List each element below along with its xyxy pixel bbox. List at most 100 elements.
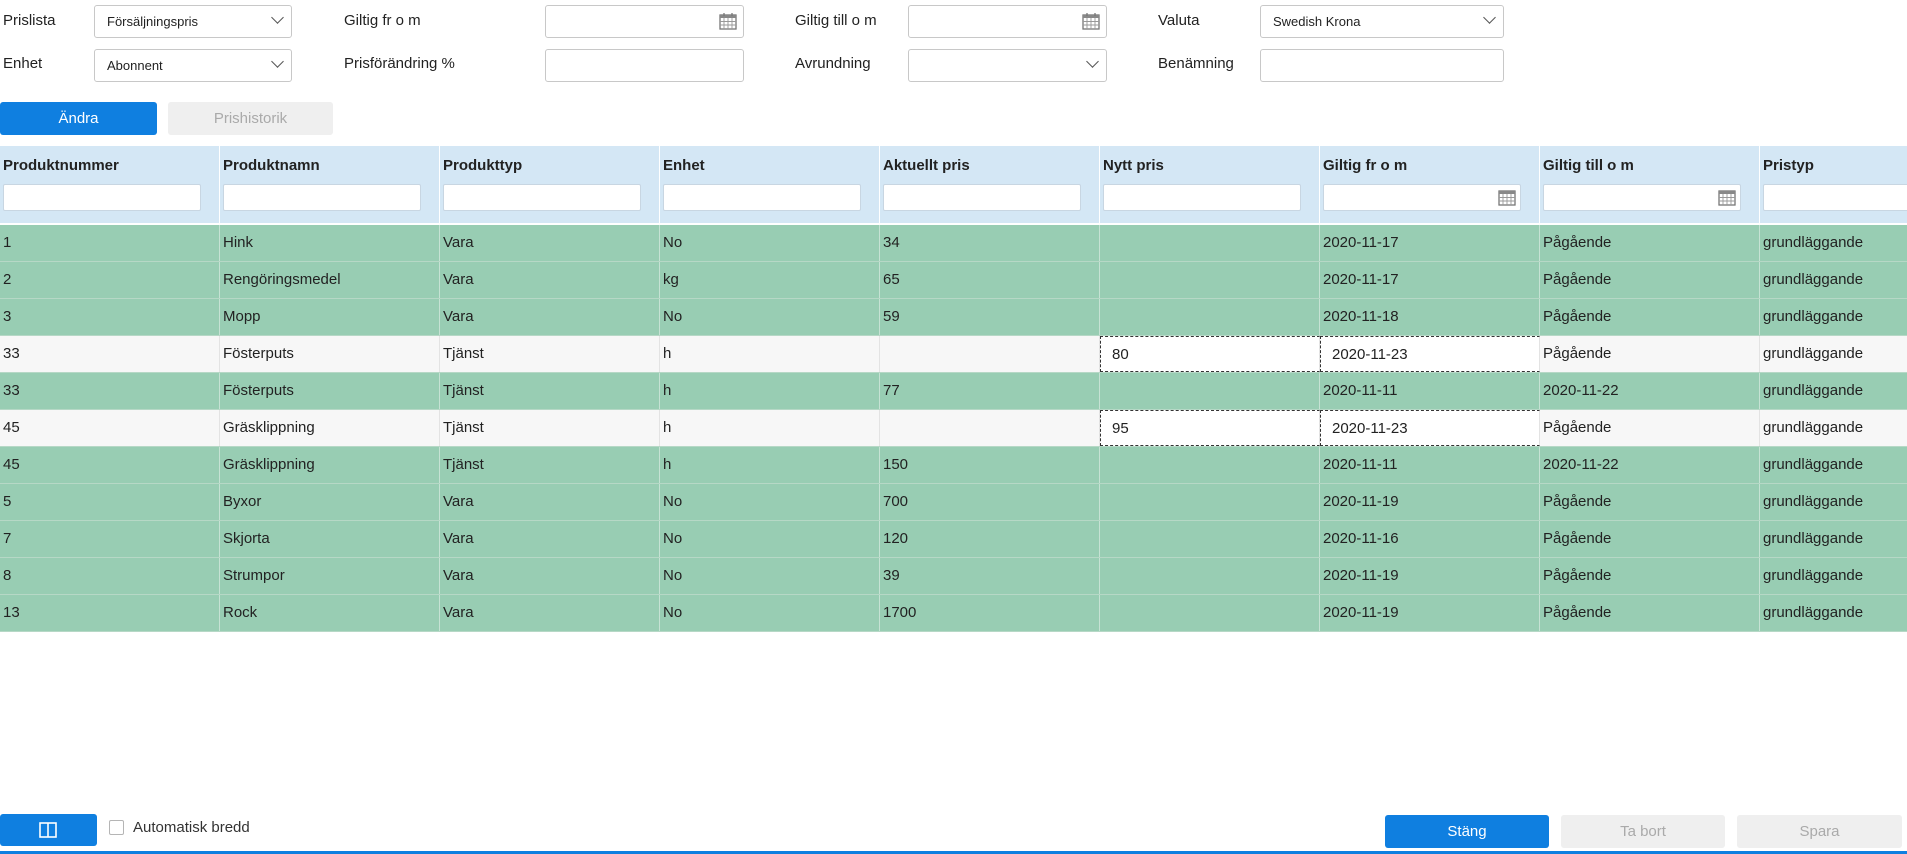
giltig-from-datepicker[interactable]: [545, 5, 744, 38]
cell-produktnamn[interactable]: Strumpor: [220, 558, 440, 594]
cell-produktnamn[interactable]: Mopp: [220, 299, 440, 335]
cell-aktuellt-pris[interactable]: [880, 336, 1100, 372]
cell-produktnamn[interactable]: Hink: [220, 225, 440, 261]
cell-produktnummer[interactable]: 2: [0, 262, 220, 298]
cell-pristyp[interactable]: grundläggande: [1760, 447, 1907, 483]
table-row[interactable]: 2 Rengöringsmedel Vara kg 65 2020-11-17 Pågåen…: [0, 262, 1907, 299]
cell-giltig-from[interactable]: 2020-11-17: [1320, 225, 1540, 261]
cell-aktuellt-pris[interactable]: 150: [880, 447, 1100, 483]
cell-enhet[interactable]: No: [660, 558, 880, 594]
cell-enhet[interactable]: No: [660, 595, 880, 631]
andra-button[interactable]: Ändra: [0, 102, 157, 135]
cell-giltig-from[interactable]: 2020-11-23: [1320, 336, 1540, 372]
cell-pristyp[interactable]: grundläggande: [1760, 484, 1907, 520]
calendar-icon[interactable]: [1082, 12, 1100, 30]
column-filter-datepicker[interactable]: [1543, 184, 1741, 211]
cell-produkttyp[interactable]: Vara: [440, 595, 660, 631]
cell-giltig-till[interactable]: Pågående: [1540, 521, 1760, 557]
column-header-produkttyp[interactable]: Produkttyp: [440, 146, 660, 223]
cell-giltig-from[interactable]: 2020-11-23: [1320, 410, 1540, 446]
cell-nytt-pris[interactable]: [1100, 262, 1320, 298]
cell-pristyp[interactable]: grundläggande: [1760, 262, 1907, 298]
table-row[interactable]: 33 Fösterputs Tjänst h 77 2020-11-11 2020-11-2…: [0, 373, 1907, 410]
prislista-select[interactable]: Försäljningspris: [94, 5, 292, 38]
column-filter-datepicker[interactable]: [1323, 184, 1521, 211]
column-header-produktnummer[interactable]: Produktnummer: [0, 146, 220, 223]
cell-nytt-pris[interactable]: 80: [1100, 336, 1320, 372]
cell-pristyp[interactable]: grundläggande: [1760, 299, 1907, 335]
cell-enhet[interactable]: No: [660, 484, 880, 520]
cell-giltig-till[interactable]: Pågående: [1540, 225, 1760, 261]
cell-nytt-pris[interactable]: [1100, 447, 1320, 483]
table-row[interactable]: 45 Gräsklippning Tjänst h 95 2020-11-23 Pågåen…: [0, 410, 1907, 447]
cell-produktnummer[interactable]: 5: [0, 484, 220, 520]
cell-enhet[interactable]: No: [660, 225, 880, 261]
column-filter-input[interactable]: [883, 184, 1081, 211]
cell-produktnummer[interactable]: 33: [0, 373, 220, 409]
avrundning-select[interactable]: [908, 49, 1107, 82]
cell-giltig-till[interactable]: Pågående: [1540, 262, 1760, 298]
ta-bort-button[interactable]: Ta bort: [1561, 815, 1725, 848]
column-filter-input[interactable]: [663, 184, 861, 211]
cell-nytt-pris[interactable]: [1100, 484, 1320, 520]
cell-produktnummer[interactable]: 3: [0, 299, 220, 335]
cell-giltig-from[interactable]: 2020-11-19: [1320, 558, 1540, 594]
cell-produkttyp[interactable]: Vara: [440, 225, 660, 261]
cell-produktnummer[interactable]: 8: [0, 558, 220, 594]
cell-pristyp[interactable]: grundläggande: [1760, 521, 1907, 557]
cell-produktnamn[interactable]: Fösterputs: [220, 336, 440, 372]
column-header-enhet[interactable]: Enhet: [660, 146, 880, 223]
cell-nytt-pris[interactable]: [1100, 521, 1320, 557]
cell-giltig-till[interactable]: 2020-11-22: [1540, 373, 1760, 409]
cell-produktnamn[interactable]: Rock: [220, 595, 440, 631]
column-header-nytt-pris[interactable]: Nytt pris: [1100, 146, 1320, 223]
cell-giltig-till[interactable]: Pågående: [1540, 336, 1760, 372]
cell-produktnamn[interactable]: Skjorta: [220, 521, 440, 557]
column-header-aktuellt-pris[interactable]: Aktuellt pris: [880, 146, 1100, 223]
cell-produkttyp[interactable]: Vara: [440, 558, 660, 594]
cell-nytt-pris[interactable]: [1100, 558, 1320, 594]
benamning-input[interactable]: [1260, 49, 1504, 82]
cell-produkttyp[interactable]: Tjänst: [440, 410, 660, 446]
cell-produktnummer[interactable]: 33: [0, 336, 220, 372]
table-row[interactable]: 3 Mopp Vara No 59 2020-11-18 Pågående grundlägg…: [0, 299, 1907, 336]
cell-enhet[interactable]: h: [660, 410, 880, 446]
cell-enhet[interactable]: No: [660, 521, 880, 557]
cell-produktnummer[interactable]: 1: [0, 225, 220, 261]
cell-pristyp[interactable]: grundläggande: [1760, 373, 1907, 409]
cell-aktuellt-pris[interactable]: 77: [880, 373, 1100, 409]
cell-enhet[interactable]: No: [660, 299, 880, 335]
cell-produkttyp[interactable]: Vara: [440, 521, 660, 557]
table-row[interactable]: 33 Fösterputs Tjänst h 80 2020-11-23 Pågående g…: [0, 336, 1907, 373]
cell-enhet[interactable]: kg: [660, 262, 880, 298]
table-row[interactable]: 7 Skjorta Vara No 120 2020-11-16 Pågående grund…: [0, 521, 1907, 558]
cell-giltig-from[interactable]: 2020-11-17: [1320, 262, 1540, 298]
column-filter-input[interactable]: [223, 184, 421, 211]
table-row[interactable]: 8 Strumpor Vara No 39 2020-11-19 Pågående grund…: [0, 558, 1907, 595]
table-row[interactable]: 45 Gräsklippning Tjänst h 150 2020-11-11 2020-…: [0, 447, 1907, 484]
cell-produkttyp[interactable]: Vara: [440, 299, 660, 335]
cell-produkttyp[interactable]: Vara: [440, 262, 660, 298]
cell-giltig-from[interactable]: 2020-11-19: [1320, 595, 1540, 631]
column-chooser-button[interactable]: [0, 814, 97, 846]
column-filter-input[interactable]: [443, 184, 641, 211]
cell-produktnamn[interactable]: Gräsklippning: [220, 447, 440, 483]
cell-nytt-pris[interactable]: [1100, 373, 1320, 409]
cell-pristyp[interactable]: grundläggande: [1760, 410, 1907, 446]
auto-width-checkbox[interactable]: [109, 820, 124, 835]
table-row[interactable]: 5 Byxor Vara No 700 2020-11-19 Pågående grundlä…: [0, 484, 1907, 521]
cell-aktuellt-pris[interactable]: 34: [880, 225, 1100, 261]
prisforandring-input[interactable]: [545, 49, 744, 82]
cell-aktuellt-pris[interactable]: 39: [880, 558, 1100, 594]
calendar-icon[interactable]: [1718, 188, 1736, 206]
cell-aktuellt-pris[interactable]: 700: [880, 484, 1100, 520]
cell-produkttyp[interactable]: Tjänst: [440, 336, 660, 372]
cell-nytt-pris[interactable]: [1100, 225, 1320, 261]
column-header-produktnamn[interactable]: Produktnamn: [220, 146, 440, 223]
cell-giltig-till[interactable]: Pågående: [1540, 410, 1760, 446]
calendar-icon[interactable]: [719, 12, 737, 30]
cell-aktuellt-pris[interactable]: 59: [880, 299, 1100, 335]
column-header-pristyp[interactable]: Pristyp: [1760, 146, 1907, 223]
valuta-select[interactable]: Swedish Krona: [1260, 5, 1504, 38]
cell-giltig-till[interactable]: Pågående: [1540, 299, 1760, 335]
